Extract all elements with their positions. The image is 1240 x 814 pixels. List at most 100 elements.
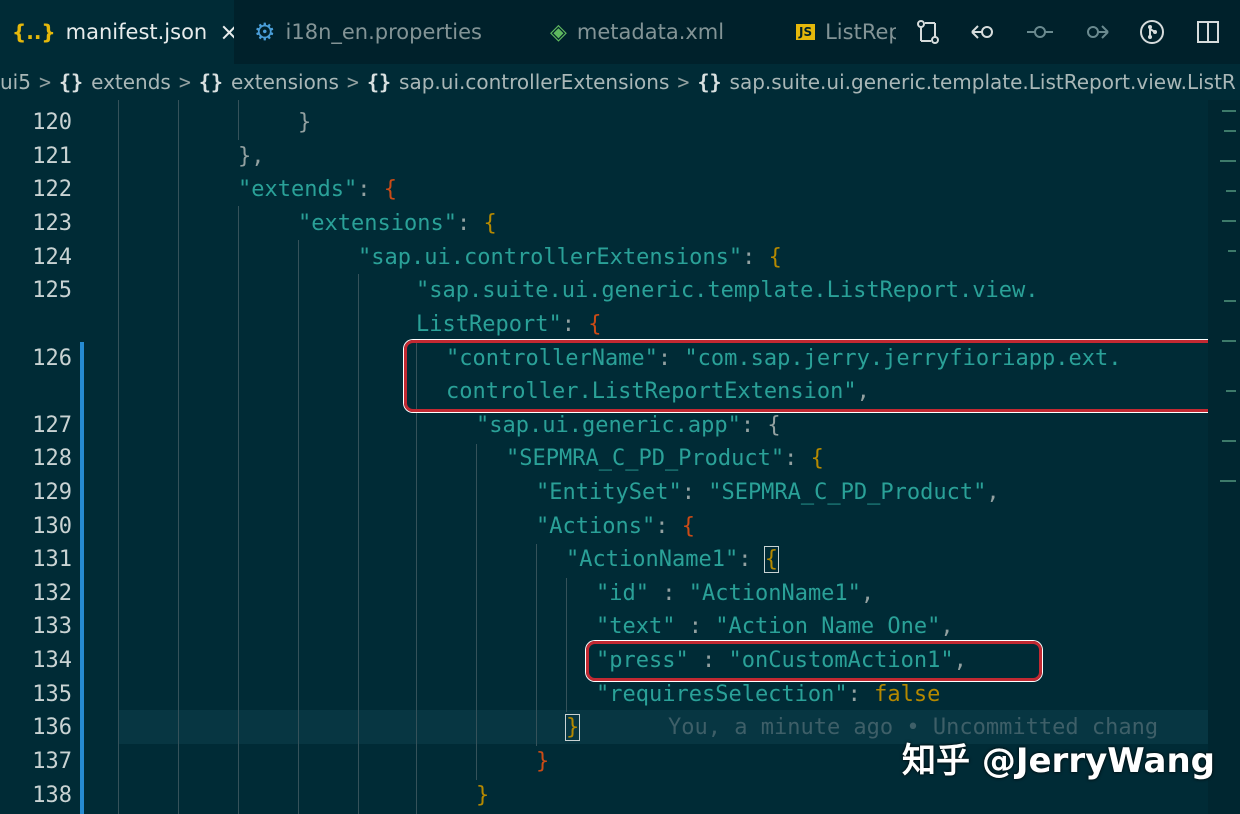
minimap-line	[1228, 250, 1236, 252]
line-number: 126	[32, 346, 72, 371]
json-key: "ActionName1"	[566, 547, 739, 572]
line-number: 121	[32, 144, 72, 169]
brace: },	[238, 144, 265, 169]
line-number: 134	[32, 648, 72, 673]
minimap[interactable]	[1208, 100, 1240, 814]
indent-guide	[238, 206, 239, 814]
line-number: 131	[32, 547, 72, 572]
code-line-124: "sap.ui.controllerExtensions": {	[358, 245, 782, 270]
breadcrumb-label: extensions	[230, 70, 339, 94]
json-key: "sap.suite.ui.generic.template.ListRepor…	[416, 278, 1039, 303]
tab-bar: {..} manifest.json × ⚙ i18n_en.propertie…	[0, 0, 1240, 64]
json-string-value: "SEPMRA_C_PD_Product"	[708, 480, 987, 505]
minimap-line	[1220, 480, 1236, 482]
json-key: "Actions"	[536, 514, 656, 539]
minimap-line	[1222, 220, 1236, 222]
json-key: "sap.ui.generic.app"	[476, 413, 741, 438]
line-number: 123	[32, 211, 72, 236]
json-key: "id"	[596, 581, 649, 606]
tab-label: metadata.xml	[576, 20, 725, 44]
tab-label: ListRep	[825, 20, 896, 44]
json-key: "extensions"	[298, 211, 457, 236]
breadcrumb-item-extensions[interactable]: {} extensions	[199, 70, 339, 94]
indent-guide	[298, 240, 299, 814]
brace: }	[298, 110, 312, 135]
close-icon[interactable]: ×	[219, 18, 234, 46]
breadcrumb-label: sap.ui.controllerExtensions	[399, 70, 670, 94]
line-number: 120	[32, 110, 72, 135]
tab-metadata-xml[interactable]: ◈ metadata.xml	[530, 0, 772, 64]
minimap-line	[1224, 130, 1236, 132]
code-line-136: }	[564, 711, 581, 745]
chevron-right-icon: >	[178, 70, 191, 94]
code-line-135: "requiresSelection": false	[596, 682, 941, 707]
json-key: "sap.ui.controllerExtensions"	[358, 245, 743, 270]
minimap-line	[1224, 300, 1236, 302]
minimap-line	[1220, 160, 1236, 162]
code-line-125: "sap.suite.ui.generic.template.ListRepor…	[416, 274, 1039, 308]
breadcrumb: ui5 > {} extends > {} extensions > {} sap.u…	[0, 64, 1240, 100]
tab-label: i18n_en.properties	[285, 20, 482, 44]
line-number: 132	[32, 581, 72, 606]
json-key: "EntitySet"	[536, 480, 682, 505]
matching-bracket: {	[763, 546, 779, 573]
json-object-icon: {}	[198, 70, 223, 94]
git-modified-gutter-marker	[80, 342, 84, 814]
js-file-icon: JS	[796, 24, 816, 40]
tab-listreport-js[interactable]: JS ListRep	[774, 0, 896, 64]
json-string-value: "ActionName1"	[688, 581, 861, 606]
chevron-right-icon: >	[346, 70, 359, 94]
indent-guide	[178, 100, 179, 814]
minimap-line	[1226, 390, 1236, 392]
tab-label: manifest.json	[65, 20, 208, 44]
breadcrumb-label: ui5	[0, 70, 31, 94]
line-number: 138	[32, 783, 72, 808]
minimap-line	[1222, 440, 1236, 442]
json-object-icon: {}	[697, 70, 722, 94]
indent-guide	[416, 342, 417, 814]
indent-guide	[476, 444, 477, 780]
minimap-line	[1222, 340, 1236, 342]
highlight-box-controller-name	[404, 340, 1224, 412]
indent-guide	[358, 274, 359, 814]
watermark: 知乎 @JerryWang	[902, 741, 1216, 781]
go-forward-icon[interactable]	[1068, 21, 1124, 43]
chevron-right-icon: >	[38, 70, 52, 94]
code-line-132: "id" : "ActionName1",	[596, 581, 875, 606]
line-number: 124	[32, 245, 72, 270]
json-string-value: "Action Name One"	[715, 614, 941, 639]
code-line-120: }	[298, 106, 311, 140]
code-line-128: "SEPMRA_C_PD_Product": {	[506, 446, 824, 471]
indent-guide	[118, 100, 119, 814]
go-back-icon[interactable]	[956, 21, 1012, 43]
code-line-137: }	[536, 745, 549, 779]
line-number: 135	[32, 682, 72, 707]
json-object-icon: {}	[59, 70, 84, 94]
code-line-138: }	[476, 779, 489, 813]
json-key: "SEPMRA_C_PD_Product"	[506, 446, 785, 471]
tab-manifest-json[interactable]: {..} manifest.json ×	[0, 0, 234, 64]
line-number: 130	[32, 514, 72, 539]
line-number: 127	[32, 413, 72, 438]
indent-guide	[536, 544, 537, 746]
code-line-123: "extensions": {	[298, 211, 497, 236]
line-number: 129	[32, 480, 72, 505]
minimap-line	[1226, 190, 1236, 192]
code-line-131: "ActionName1": {	[566, 546, 779, 573]
json-boolean-value: false	[874, 682, 941, 707]
compare-changes-icon[interactable]	[900, 19, 956, 45]
json-key: "extends"	[238, 177, 358, 202]
chevron-right-icon: >	[677, 70, 690, 94]
brace: }	[536, 749, 550, 774]
git-graph-icon[interactable]	[1124, 19, 1180, 45]
commit-icon[interactable]	[1012, 21, 1068, 43]
code-line-127: "sap.ui.generic.app": {	[476, 413, 781, 438]
breadcrumb-item-controller-extensions[interactable]: {} sap.ui.controllerExtensions	[367, 70, 669, 94]
breadcrumb-item-listreport-view[interactable]: {} sap.suite.ui.generic.template.ListRepo…	[697, 70, 1235, 94]
json-key: "requiresSelection"	[596, 682, 848, 707]
split-editor-icon[interactable]	[1180, 20, 1236, 44]
breadcrumb-item-ui5[interactable]: ui5	[0, 70, 31, 94]
tab-i18n-en-properties[interactable]: ⚙ i18n_en.properties	[234, 0, 528, 64]
line-number: 128	[32, 446, 72, 471]
breadcrumb-item-extends[interactable]: {} extends	[59, 70, 171, 94]
